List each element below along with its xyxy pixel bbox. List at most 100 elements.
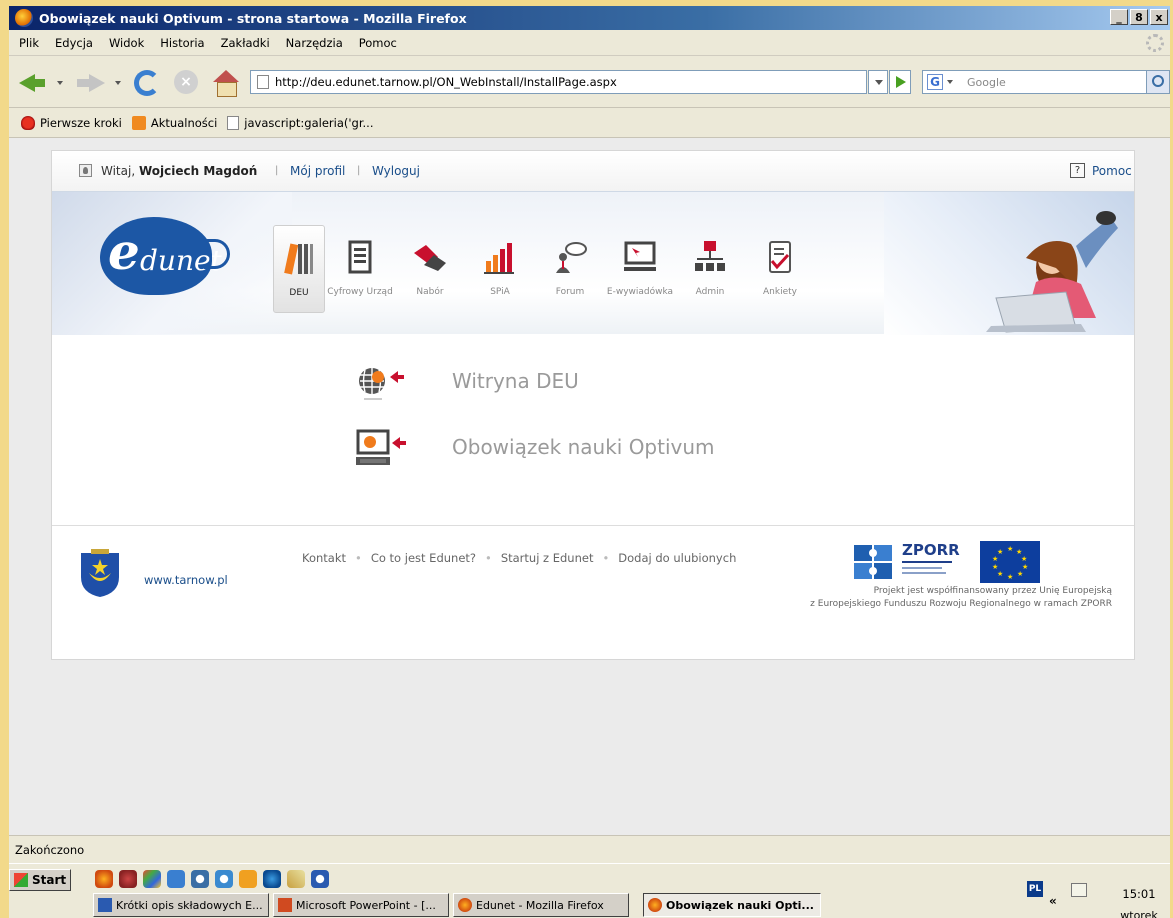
module-e-wywiadowka[interactable]: E-wywiadówka — [605, 225, 675, 313]
window-title-bar[interactable]: Obowiązek nauki Optivum - strona startow… — [9, 6, 1170, 30]
firefox-launch-icon[interactable] — [95, 870, 113, 888]
page-icon — [257, 75, 269, 89]
minimize-button[interactable]: _ — [1110, 9, 1128, 25]
forward-dropdown-icon[interactable] — [115, 81, 121, 85]
search-icon[interactable] — [1146, 70, 1170, 94]
module-nabor[interactable]: Nabór — [395, 225, 465, 313]
close-button[interactable]: x — [1150, 9, 1168, 25]
clock[interactable]: 15:01 wtorek — [1119, 887, 1159, 918]
menu-tools[interactable]: Narzędzia — [286, 36, 343, 50]
clock-launch-icon[interactable] — [311, 870, 329, 888]
address-history-dropdown-icon[interactable] — [868, 70, 888, 94]
tarnow-crest-icon[interactable] — [79, 549, 121, 599]
module-forum[interactable]: Forum — [535, 225, 605, 313]
footer-link-kontakt[interactable]: Kontakt — [302, 551, 346, 565]
engine-dropdown-icon[interactable] — [947, 80, 953, 84]
rss-icon — [131, 115, 146, 130]
taskbar: Start Krótki opis składowych E... Micros… — [9, 863, 1170, 918]
google-engine-icon[interactable]: G — [927, 74, 943, 90]
task-powerpoint[interactable]: Microsoft PowerPoint - [... — [273, 893, 449, 917]
tray-app-icon[interactable] — [1071, 883, 1087, 897]
footer-link-favorites[interactable]: Dodaj do ulubionych — [618, 551, 736, 565]
calendar-launch-icon[interactable] — [239, 870, 257, 888]
books-icon — [284, 243, 313, 275]
task-word[interactable]: Krótki opis składowych E... — [93, 893, 269, 917]
menu-bar: Plik Edycja Widok Historia Zakładki Narz… — [9, 30, 1170, 56]
user-bar: Witaj, Wojciech Magdoń | Mój profil | Wy… — [52, 151, 1134, 191]
menu-bookmarks[interactable]: Zakładki — [221, 36, 270, 50]
tarnow-link[interactable]: www.tarnow.pl — [144, 573, 228, 587]
computer-icon — [356, 429, 406, 465]
bar-chart-icon — [484, 243, 514, 274]
module-deu[interactable]: DEU — [273, 225, 325, 313]
tray-expand-icon[interactable]: « — [1049, 894, 1057, 908]
help-link[interactable]: Pomoc — [1092, 164, 1132, 178]
opera-launch-icon[interactable] — [119, 870, 137, 888]
address-bar[interactable]: http://deu.edunet.tarnow.pl/ON_WebInstal… — [250, 70, 867, 94]
word-icon — [98, 898, 112, 912]
firefox-icon — [648, 898, 662, 912]
zporr-logo: ZPORR — [852, 539, 964, 583]
start-button[interactable]: Start — [9, 869, 71, 891]
quick-launch — [95, 870, 329, 888]
welcome-text: Witaj, Wojciech Magdoń — [101, 164, 258, 178]
page-card: Witaj, Wojciech Magdoń | Mój profil | Wy… — [51, 150, 1135, 660]
bookmark-news[interactable]: Aktualności — [131, 115, 217, 130]
address-url: http://deu.edunet.tarnow.pl/ON_WebInstal… — [275, 75, 617, 89]
menu-help[interactable]: Pomoc — [359, 36, 397, 50]
menu-view[interactable]: Widok — [109, 36, 144, 50]
task-obowiazek-firefox[interactable]: Obowiązek nauki Opti... — [643, 893, 821, 917]
header-banner: e dunet DEU Cyfrowy Urząd Nabór SPiA For… — [52, 191, 1134, 335]
bookmark-first-steps[interactable]: Pierwsze kroki — [21, 115, 122, 130]
footer-link-start[interactable]: Startuj z Edunet — [501, 551, 594, 565]
firefox-bookmark-icon — [21, 115, 35, 130]
menu-edit[interactable]: Edycja — [55, 36, 93, 50]
forward-icon[interactable] — [77, 70, 105, 96]
edunet-logo[interactable]: e dunet — [100, 217, 240, 297]
menu-file[interactable]: Plik — [19, 36, 39, 50]
window-controls: _ 8 x — [1110, 9, 1168, 25]
link-obowiazek-nauki[interactable]: Obowiązek nauki Optivum — [352, 427, 715, 471]
bookmark-gallery[interactable]: javascript:galeria('gr... — [227, 115, 373, 130]
footer-separator: • — [602, 551, 610, 565]
monitor-icon — [624, 241, 656, 271]
back-dropdown-icon[interactable] — [57, 81, 63, 85]
bookmarks-toolbar: Pierwsze kroki Aktualności javascript:ga… — [9, 108, 1170, 138]
link-witryna-deu[interactable]: Witryna DEU — [352, 361, 579, 405]
footer-separator: • — [485, 551, 492, 565]
document-icon — [348, 240, 372, 274]
module-spia[interactable]: SPiA — [465, 225, 535, 313]
back-icon[interactable] — [19, 70, 47, 96]
maximize-button[interactable]: 8 — [1130, 9, 1148, 25]
windows-flag-icon — [14, 873, 28, 887]
footer-link-about[interactable]: Co to jest Edunet? — [371, 551, 476, 565]
project-funding-text: Projekt jest współfinansowany przez Unię… — [810, 586, 1112, 609]
picasa-launch-icon[interactable] — [143, 870, 161, 888]
obowiazek-nauki-label: Obowiązek nauki Optivum — [452, 435, 715, 459]
web-content: Witaj, Wojciech Magdoń | Mój profil | Wy… — [9, 138, 1170, 835]
module-ankiety[interactable]: Ankiety — [745, 225, 815, 313]
home-icon[interactable] — [213, 70, 239, 97]
footer-links: Kontakt • Co to jest Edunet? • Startuj z… — [302, 551, 736, 565]
module-admin[interactable]: Admin — [675, 225, 745, 313]
task-edunet-firefox[interactable]: Edunet - Mozilla Firefox — [453, 893, 629, 917]
zporr-text: ZPORR — [902, 541, 960, 559]
menu-history[interactable]: Historia — [160, 36, 204, 50]
stop-icon[interactable]: × — [174, 70, 198, 94]
navigation-toolbar: × http://deu.edunet.tarnow.pl/ON_WebInst… — [9, 56, 1170, 108]
search-input[interactable]: G Google — [922, 70, 1170, 94]
app-launch-icon[interactable] — [167, 870, 185, 888]
go-icon[interactable] — [889, 70, 911, 94]
ie-launch-icon[interactable] — [263, 870, 281, 888]
profile-link[interactable]: Mój profil — [290, 164, 345, 178]
module-cyfrowy-urzad[interactable]: Cyfrowy Urząd — [325, 225, 395, 313]
search-launch-icon[interactable] — [191, 870, 209, 888]
tool-launch-icon[interactable] — [287, 870, 305, 888]
messenger-launch-icon[interactable] — [215, 870, 233, 888]
logout-link[interactable]: Wyloguj — [372, 164, 420, 178]
language-indicator[interactable]: PL — [1027, 881, 1043, 897]
search-placeholder: Google — [967, 75, 1006, 89]
reload-icon[interactable] — [134, 70, 160, 96]
puzzle-icon — [854, 545, 892, 579]
help-icon[interactable]: ? — [1070, 163, 1085, 178]
